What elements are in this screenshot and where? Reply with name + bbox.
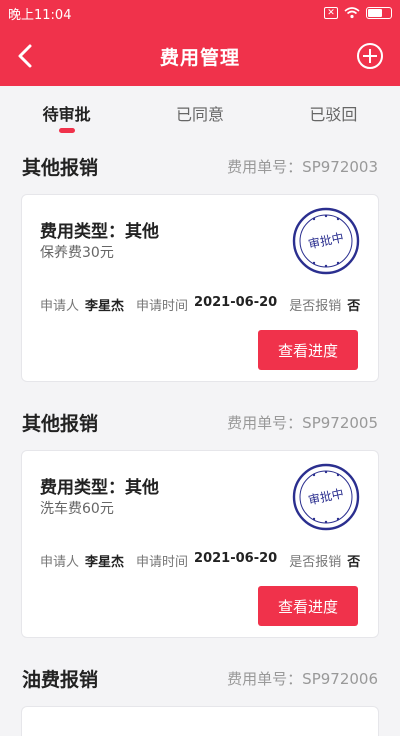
tab-label: 已同意 bbox=[175, 105, 224, 124]
expense-number: 费用单号：SP972003 bbox=[227, 157, 378, 176]
view-progress-button[interactable]: 查看进度 bbox=[258, 330, 358, 370]
battery-icon bbox=[366, 7, 392, 19]
expense-description: 洗车费60元 bbox=[40, 501, 114, 517]
tab-pending[interactable]: 待审批 bbox=[0, 86, 133, 138]
status-tabs: 待审批 已同意 已驳回 bbox=[0, 86, 400, 138]
expense-meta: 申请人 李星杰 申请时间 2021-06-20 是否报销否 bbox=[40, 551, 361, 570]
expense-type: 费用类型：其他 bbox=[40, 222, 159, 242]
status-time: 晚上11:04 bbox=[8, 7, 72, 23]
expense-category: 其他报销 bbox=[22, 156, 99, 179]
tab-rejected[interactable]: 已驳回 bbox=[267, 86, 400, 138]
svg-text:审批中: 审批中 bbox=[307, 229, 345, 251]
status-bar: 晚上11:04 ✕ bbox=[0, 0, 400, 26]
expense-category: 油费报销 bbox=[22, 668, 99, 691]
expense-header: 其他报销 费用单号：SP972005 bbox=[0, 394, 400, 450]
expense-card[interactable]: 费用类型：其他 洗车费60元 审批中 申请人 李星杰 申请时间 2021-06-20… bbox=[21, 450, 379, 638]
back-arrow-icon[interactable] bbox=[12, 40, 42, 72]
expense-header: 油费报销 费用单号：SP972006 bbox=[0, 650, 400, 706]
expense-meta: 申请人 李星杰 申请时间 2021-06-20 是否报销否 bbox=[40, 295, 361, 314]
close-notification-icon: ✕ bbox=[324, 7, 338, 19]
svg-text:审批中: 审批中 bbox=[307, 485, 345, 507]
expense-number: 费用单号：SP972005 bbox=[227, 413, 378, 432]
expense-type: 费用类型：其他 bbox=[40, 478, 159, 498]
add-circle-icon[interactable] bbox=[356, 42, 384, 70]
view-progress-button[interactable]: 查看进度 bbox=[258, 586, 358, 626]
expense-description: 保养费30元 bbox=[40, 245, 114, 261]
tab-label: 待审批 bbox=[42, 105, 91, 124]
wifi-icon bbox=[344, 7, 360, 19]
expense-list: 其他报销 费用单号：SP972003 费用类型：其他 保养费30元 审批中 申请… bbox=[0, 138, 400, 736]
expense-number: 费用单号：SP972006 bbox=[227, 669, 378, 688]
expense-card[interactable]: 费用类型：其他 保养费30元 审批中 申请人 李星杰 申请时间 2021-06-20… bbox=[21, 194, 379, 382]
expense-category: 其他报销 bbox=[22, 412, 99, 435]
active-tab-indicator bbox=[58, 128, 75, 133]
tab-approved[interactable]: 已同意 bbox=[133, 86, 266, 138]
expense-header: 其他报销 费用单号：SP972003 bbox=[0, 138, 400, 194]
app-header: 费用管理 bbox=[0, 26, 400, 86]
tab-label: 已驳回 bbox=[309, 105, 358, 124]
page-title: 费用管理 bbox=[159, 46, 240, 69]
approval-stamp-icon: 审批中 bbox=[292, 207, 360, 275]
approval-stamp-icon: 审批中 bbox=[292, 463, 360, 531]
